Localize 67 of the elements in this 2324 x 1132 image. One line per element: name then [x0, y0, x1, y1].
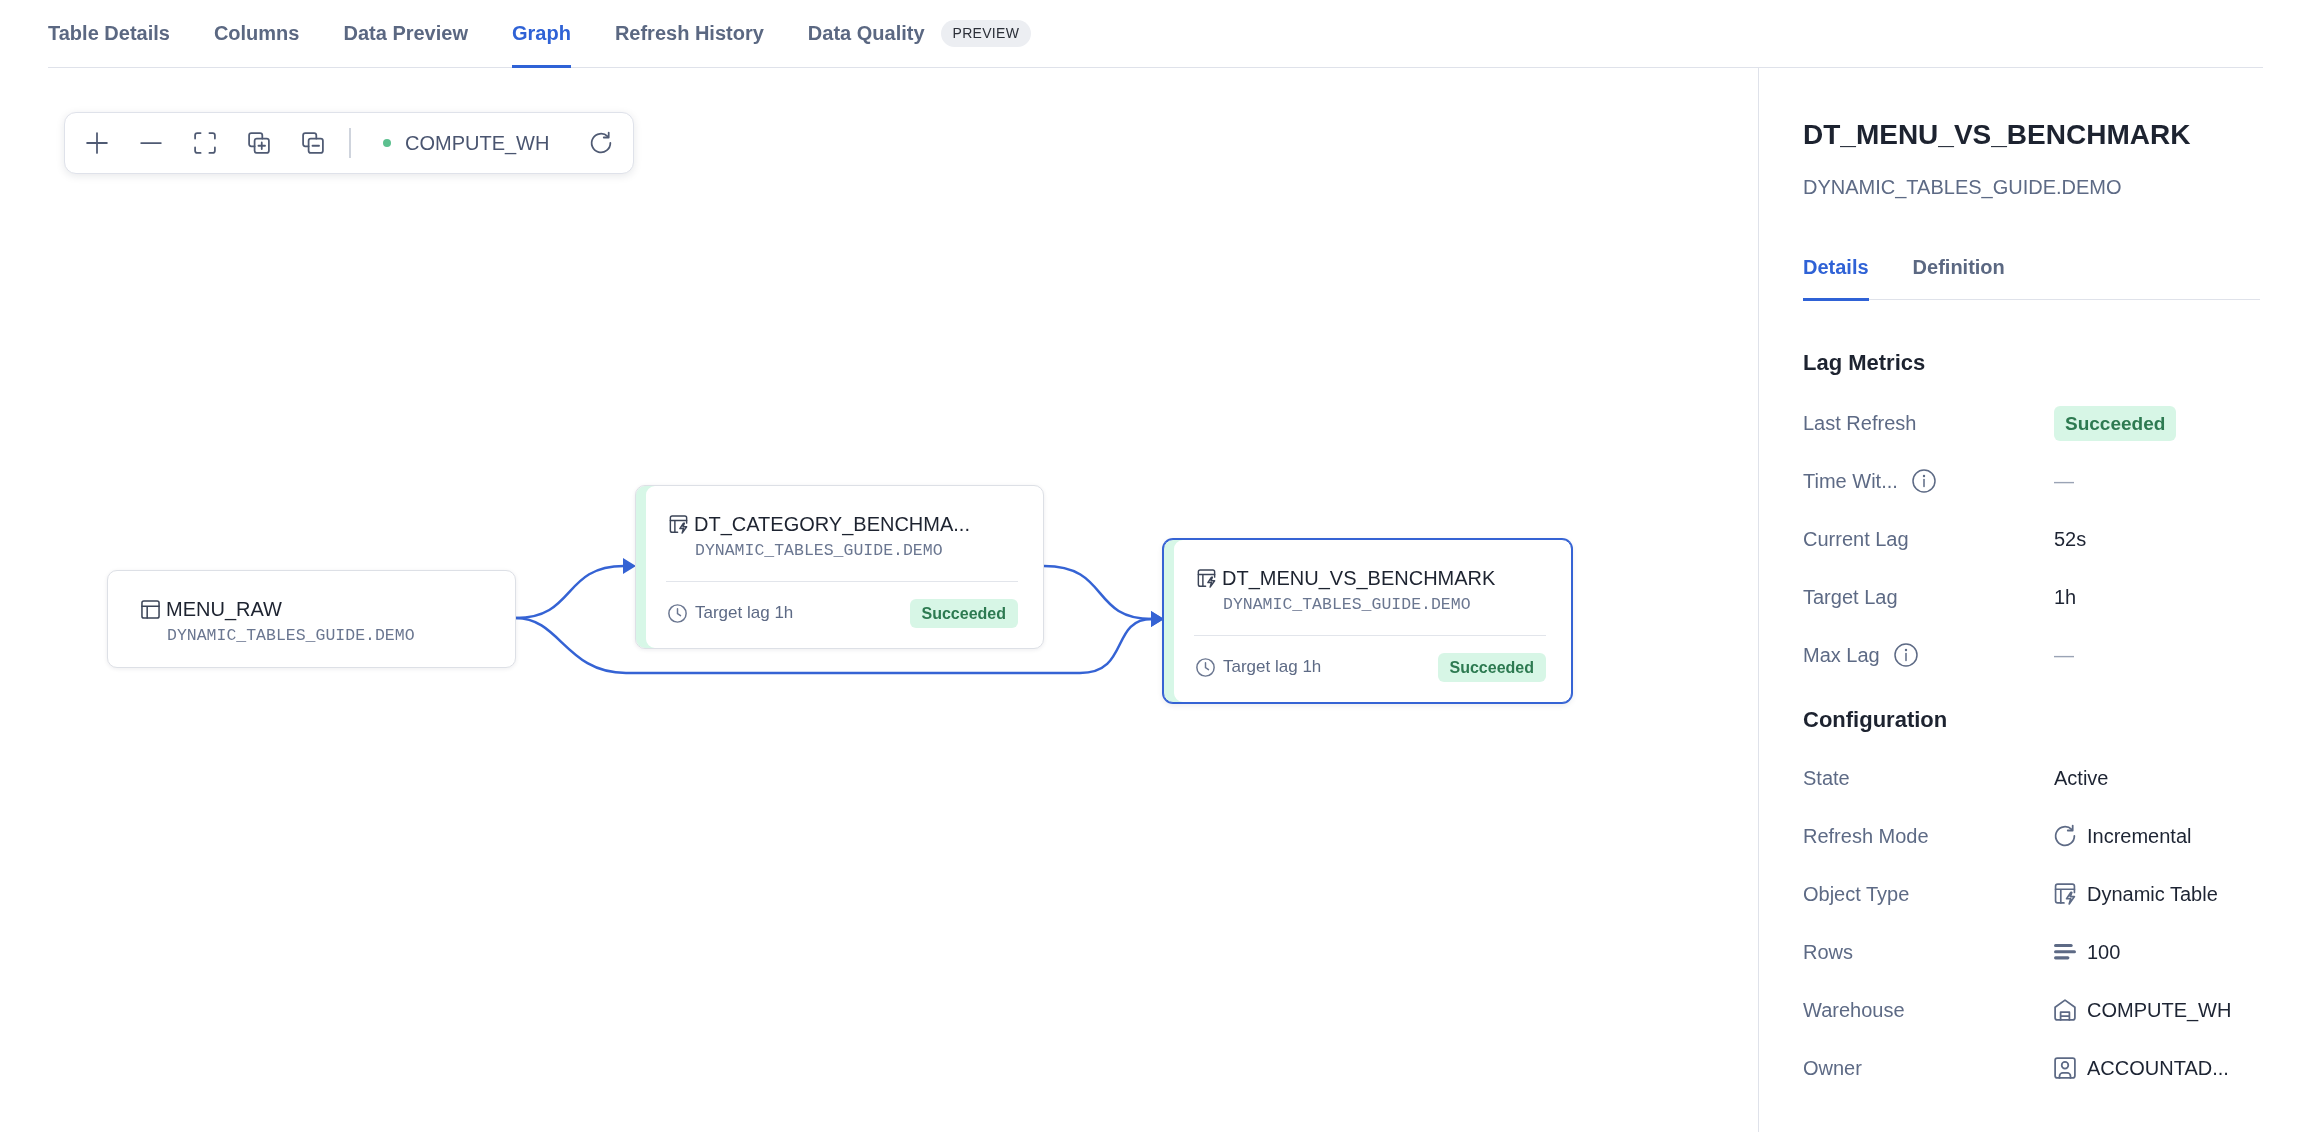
table-node[interactable]: MENU_RAW DYNAMIC_TABLES_GUIDE.DEMO	[107, 570, 516, 668]
field-label: Refresh Mode	[1803, 824, 1929, 848]
field-value: 1h	[2054, 585, 2077, 609]
warehouse-icon	[2054, 999, 2076, 1021]
node-title: DT_MENU_VS_BENCHMARK	[1222, 566, 1496, 590]
field-value: Active	[2054, 766, 2109, 790]
warehouse-name: COMPUTE_WH	[405, 131, 550, 155]
field-value: Incremental	[2087, 824, 2192, 848]
field-label: Current Lag	[1803, 527, 1909, 551]
layers-minus-icon	[302, 132, 324, 154]
tab[interactable]: Details	[1803, 253, 1869, 301]
field-value: —	[2054, 643, 2074, 667]
status-badge: Succeeded	[2054, 405, 2177, 441]
field-label: Owner	[1803, 1056, 1862, 1080]
tab[interactable]: Refresh History	[614, 0, 764, 68]
field-value: —	[2054, 469, 2074, 493]
field-value: 100	[2087, 940, 2121, 964]
table-bolt-icon	[1197, 568, 1216, 588]
refresh-icon	[2054, 825, 2076, 847]
status-badge: Succeeded	[909, 598, 1018, 628]
minus-icon	[140, 141, 162, 145]
field-value: ACCOUNTAD...	[2087, 1056, 2229, 1080]
node-title: DT_CATEGORY_BENCHMA...	[694, 512, 970, 536]
field-label: Warehouse	[1803, 998, 1905, 1022]
tab[interactable]: Data Preview	[343, 0, 468, 68]
table-bolt-icon	[669, 514, 688, 534]
info-icon[interactable]	[1911, 469, 1936, 493]
table-node[interactable]: DT_MENU_VS_BENCHMARK DYNAMIC_TABLES_GUIDE.DEMO Target lag 1h Succeeded	[1163, 539, 1572, 703]
plus-icon	[86, 132, 108, 154]
refresh-icon	[590, 132, 612, 154]
clock-icon	[1196, 657, 1215, 677]
panel-title: DT_MENU_VS_BENCHMARK	[1803, 118, 2192, 152]
corner-brackets-icon	[194, 132, 216, 154]
status-badge: Succeeded	[1437, 652, 1546, 682]
preview-badge: PREVIEW	[940, 20, 1032, 47]
field-label: State	[1803, 766, 1850, 790]
field-value: Dynamic Table	[2087, 882, 2218, 906]
field-label: Last Refresh	[1803, 411, 1917, 435]
section-heading: Lag Metrics	[1803, 349, 1927, 377]
tab[interactable]: Definition	[1912, 253, 2005, 301]
tab[interactable]: Table Details	[48, 0, 170, 68]
tab[interactable]: Data Quality PREVIEW	[807, 0, 1032, 68]
field-label: Object Type	[1803, 882, 1910, 906]
text-lines-icon	[2054, 944, 2076, 960]
panel-subtitle: DYNAMIC_TABLES_GUIDE.DEMO	[1803, 175, 2123, 201]
field-value: 52s	[2054, 527, 2087, 551]
field-value: COMPUTE_WH	[2087, 998, 2232, 1022]
node-title: MENU_RAW	[166, 597, 282, 621]
layers-plus-icon	[248, 132, 270, 154]
node-schema: DYNAMIC_TABLES_GUIDE.DEMO	[167, 625, 416, 647]
node-schema: DYNAMIC_TABLES_GUIDE.DEMO	[1223, 594, 1472, 616]
field-label: Rows	[1803, 940, 1853, 964]
target-lag: Target lag 1h	[1223, 657, 1322, 677]
person-square-icon	[2054, 1057, 2076, 1079]
table-icon	[141, 599, 160, 619]
table-node[interactable]: DT_CATEGORY_BENCHMA... DYNAMIC_TABLES_GUIDE.DEMO Target lag 1h Succeeded	[635, 485, 1044, 649]
tab[interactable]: Columns	[213, 0, 300, 68]
tab[interactable]: Graph	[512, 0, 571, 68]
field-label: Target Lag	[1803, 585, 1898, 609]
clock-icon	[668, 603, 687, 623]
info-icon[interactable]	[1893, 643, 1918, 667]
field-label: Max Lag	[1803, 643, 1880, 667]
node-schema: DYNAMIC_TABLES_GUIDE.DEMO	[695, 540, 944, 562]
section-heading: Configuration	[1803, 706, 1949, 734]
target-lag: Target lag 1h	[695, 603, 794, 623]
table-bolt-icon	[2054, 883, 2076, 905]
field-label: Time Wit...	[1803, 469, 1898, 493]
